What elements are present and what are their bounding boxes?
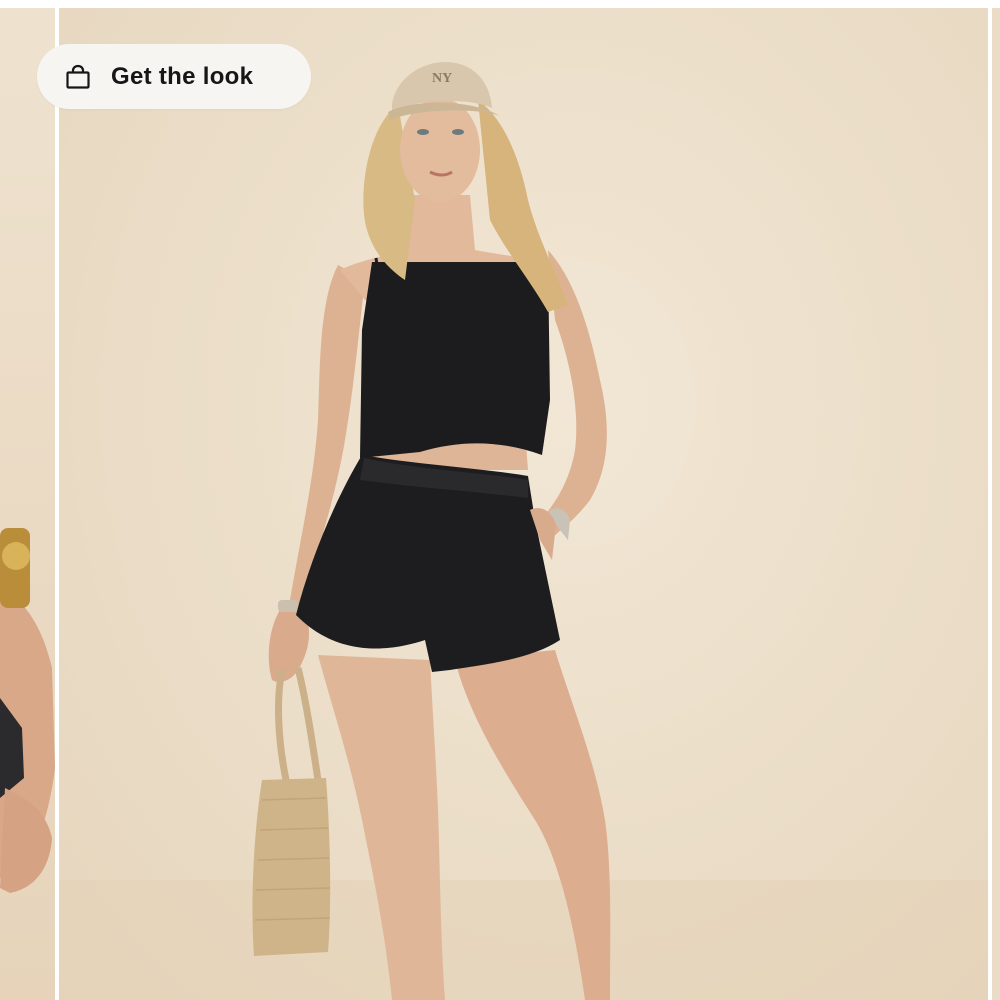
watch-face-shape bbox=[2, 542, 30, 570]
get-the-look-label: Get the look bbox=[111, 62, 254, 90]
model-figure: NY bbox=[59, 62, 988, 1000]
shopping-bag-icon bbox=[65, 64, 91, 90]
get-the-look-button[interactable]: Get the look bbox=[37, 44, 311, 109]
crop-top-shape bbox=[360, 262, 550, 458]
bag-handle-shape bbox=[275, 667, 322, 781]
watch-band-shape bbox=[278, 600, 298, 612]
cap-logo: NY bbox=[432, 71, 452, 86]
straw-bag-shape bbox=[252, 778, 331, 956]
strap-shape bbox=[374, 257, 380, 273]
floor-shadow bbox=[59, 880, 988, 1000]
next-slide-image[interactable] bbox=[992, 8, 1000, 1000]
left-eye-shape bbox=[417, 129, 429, 135]
right-eye-shape bbox=[452, 129, 464, 135]
hero-image[interactable]: NY bbox=[59, 8, 988, 1000]
previous-slide-image[interactable] bbox=[0, 8, 55, 1000]
look-carousel[interactable]: NY Get the look bbox=[0, 0, 1000, 1000]
previous-slide-figure bbox=[0, 528, 55, 893]
